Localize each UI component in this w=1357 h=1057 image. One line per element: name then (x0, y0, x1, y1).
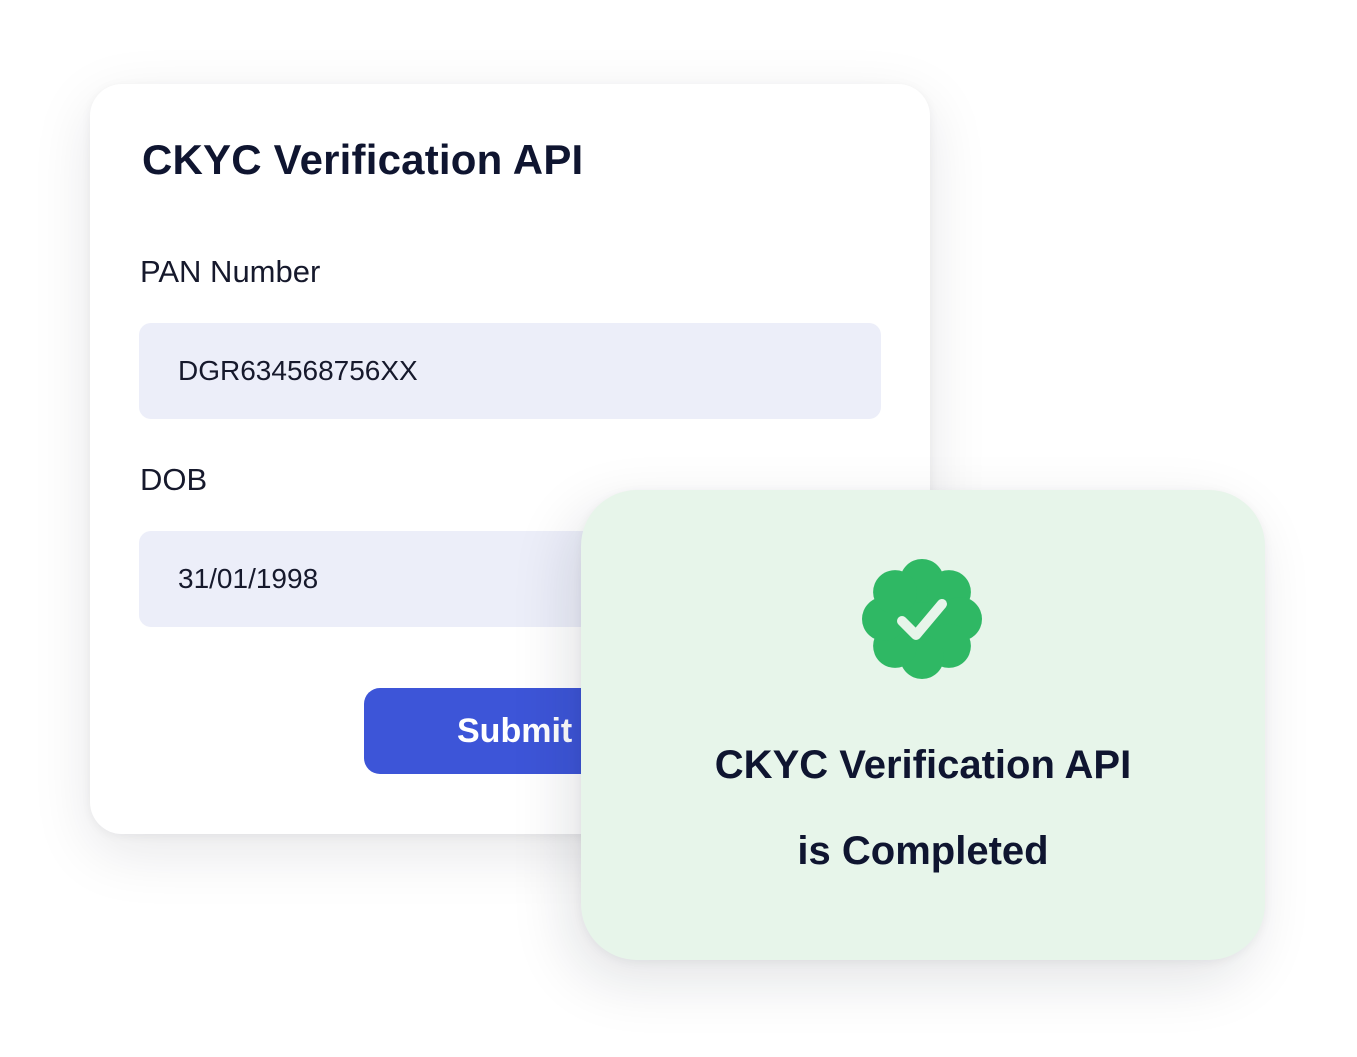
success-message-line-1: CKYC Verification API (714, 743, 1132, 787)
success-card: CKYC Verification API is Completed (581, 490, 1265, 960)
form-title: CKYC Verification API (142, 136, 584, 183)
pan-number-input[interactable] (139, 323, 881, 419)
pan-number-label: PAN Number (140, 254, 321, 289)
dob-label: DOB (140, 462, 208, 497)
check-badge-icon (862, 559, 982, 679)
success-message-line-2: is Completed (797, 829, 1049, 873)
page: CKYC Verification API PAN Number DOB Sub… (0, 0, 1357, 1057)
